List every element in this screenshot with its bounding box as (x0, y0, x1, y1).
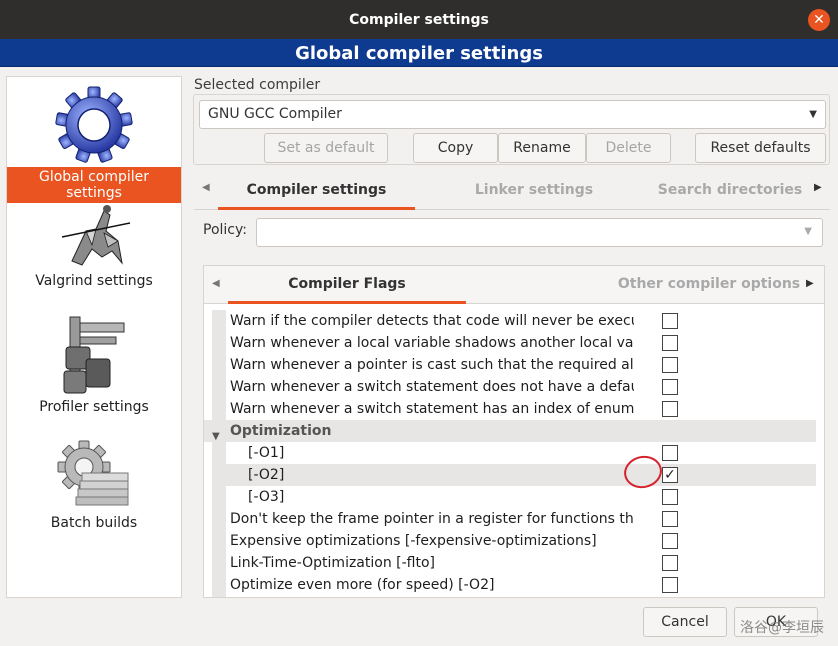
flag-checkbox[interactable] (662, 445, 678, 461)
flag-checkbox[interactable] (662, 533, 678, 549)
flag-checkbox[interactable] (662, 401, 678, 417)
flag-row[interactable]: Warn if the compiler detects that code w… (226, 310, 816, 332)
settings-tabbar: ◀ Compiler settings Linker settings Sear… (194, 170, 830, 210)
sidebar-item-global-compiler[interactable]: Global compiler settings (7, 83, 181, 203)
flag-checkbox[interactable] (662, 555, 678, 571)
chevron-down-icon: ▼ (809, 109, 817, 120)
flag-label: Expensive optimizations [-fexpensive-opt… (230, 533, 597, 549)
gear-stack-icon (57, 440, 129, 506)
flag-row[interactable]: Link-Time-Optimization [-flto] (226, 552, 816, 574)
sidebar-item-valgrind[interactable]: Valgrind settings (7, 201, 181, 291)
flag-row[interactable]: Expensive optimizations [-fexpensive-opt… (226, 530, 816, 552)
compiler-options-tabbar: ◀ Compiler Flags Other compiler options … (204, 266, 824, 304)
compiler-flags-tree: Warn if the compiler detects that code w… (204, 310, 824, 597)
selected-compiler-label: Selected compiler (194, 77, 321, 93)
sidebar-item-label: Profiler settings (39, 399, 149, 415)
sidebar-item-label: Batch builds (50, 515, 138, 531)
gear-icon (55, 86, 133, 163)
compiler-options-panel: ◀ Compiler Flags Other compiler options … (203, 265, 825, 598)
flag-row-o3[interactable]: [-O3] (226, 486, 816, 508)
flag-checkbox[interactable] (662, 313, 678, 329)
flag-label: [-O1] (248, 445, 285, 461)
tab-other-compiler-options[interactable]: Other compiler options (616, 266, 802, 304)
page-title: Global compiler settings (0, 39, 838, 67)
category-optimization[interactable]: ▼ Optimization (204, 420, 816, 442)
tree-gutter (212, 310, 226, 597)
flag-label: Optimize even more (for speed) [-O2] (230, 577, 495, 593)
reset-defaults-button[interactable]: Reset defaults (695, 133, 826, 163)
tab-compiler-flags[interactable]: Compiler Flags (228, 266, 466, 304)
settings-sidebar: Global compiler settings Valgrind settin… (6, 76, 182, 598)
rename-button[interactable]: Rename (498, 133, 586, 163)
flag-label: Link-Time-Optimization [-flto] (230, 555, 435, 571)
tab-scroll-left-icon[interactable]: ◀ (202, 182, 210, 193)
flag-row[interactable]: Optimize even more (for speed) [-O2] (226, 574, 816, 596)
set-as-default-button[interactable]: Set as default (264, 133, 388, 163)
flag-checkbox[interactable] (662, 335, 678, 351)
flag-label: Warn whenever a local variable shadows a… (230, 335, 634, 351)
flag-checkbox[interactable] (662, 511, 678, 527)
flag-row[interactable]: Warn whenever a local variable shadows a… (226, 332, 816, 354)
flag-label: Warn whenever a switch statement has an … (230, 401, 634, 417)
flag-label: Don't keep the frame pointer in a regist… (230, 511, 634, 527)
policy-label: Policy: (203, 222, 247, 238)
sidebar-item-label: Valgrind settings (35, 273, 153, 289)
window-title: Compiler settings (349, 12, 489, 28)
policy-select[interactable]: ▼ (256, 218, 823, 247)
flag-row[interactable]: Warn whenever a switch statement does no… (226, 376, 816, 398)
tab-search-directories[interactable]: Search directories (654, 170, 806, 210)
compiler-select[interactable]: GNU GCC Compiler ▼ (199, 100, 826, 129)
tab-compiler-settings[interactable]: Compiler settings (218, 170, 415, 210)
cancel-button[interactable]: Cancel (643, 607, 727, 637)
flag-label: Warn whenever a switch statement does no… (230, 379, 634, 395)
delete-button[interactable]: Delete (586, 133, 671, 163)
flag-checkbox[interactable] (662, 577, 678, 593)
flag-checkbox-checked[interactable]: ✓ (662, 467, 678, 483)
flag-label: Warn whenever a pointer is cast such tha… (230, 357, 634, 373)
flag-checkbox[interactable] (662, 379, 678, 395)
close-icon[interactable]: ✕ (808, 9, 830, 31)
expander-icon[interactable]: ▼ (212, 426, 220, 448)
sidebar-item-label: Global compiler settings (7, 167, 181, 203)
flag-label: [-O3] (248, 489, 285, 505)
flag-row[interactable]: Don't keep the frame pointer in a regist… (226, 508, 816, 530)
copy-button[interactable]: Copy (413, 133, 498, 163)
flag-row-o2[interactable]: [-O2] ✓ (226, 464, 816, 486)
sidebar-item-batch-builds[interactable]: Batch builds (7, 439, 181, 533)
flag-label: Warn if the compiler detects that code w… (230, 313, 634, 329)
category-label: Optimization (230, 423, 332, 439)
flag-row[interactable]: Warn whenever a switch statement has an … (226, 398, 816, 420)
sidebar-item-profiler[interactable]: Profiler settings (7, 313, 181, 417)
tab-linker-settings[interactable]: Linker settings (438, 170, 630, 210)
knight-icon (61, 205, 131, 266)
tab-scroll-left-icon[interactable]: ◀ (212, 278, 220, 289)
compiler-select-value: GNU GCC Compiler (208, 106, 342, 122)
flag-checkbox[interactable] (662, 357, 678, 373)
flag-label: [-O2] (248, 467, 285, 483)
tab-scroll-right-icon[interactable]: ▶ (806, 278, 814, 289)
tab-scroll-right-icon[interactable]: ▶ (814, 182, 822, 193)
flag-row[interactable]: Warn whenever a pointer is cast such tha… (226, 354, 816, 376)
flag-checkbox[interactable] (662, 489, 678, 505)
caliper-icon (63, 316, 125, 394)
chevron-down-icon: ▼ (804, 226, 812, 237)
watermark: 洛谷@李垣辰 (740, 620, 824, 636)
window-titlebar: Compiler settings ✕ (0, 0, 838, 39)
flag-row-o1[interactable]: [-O1] (226, 442, 816, 464)
